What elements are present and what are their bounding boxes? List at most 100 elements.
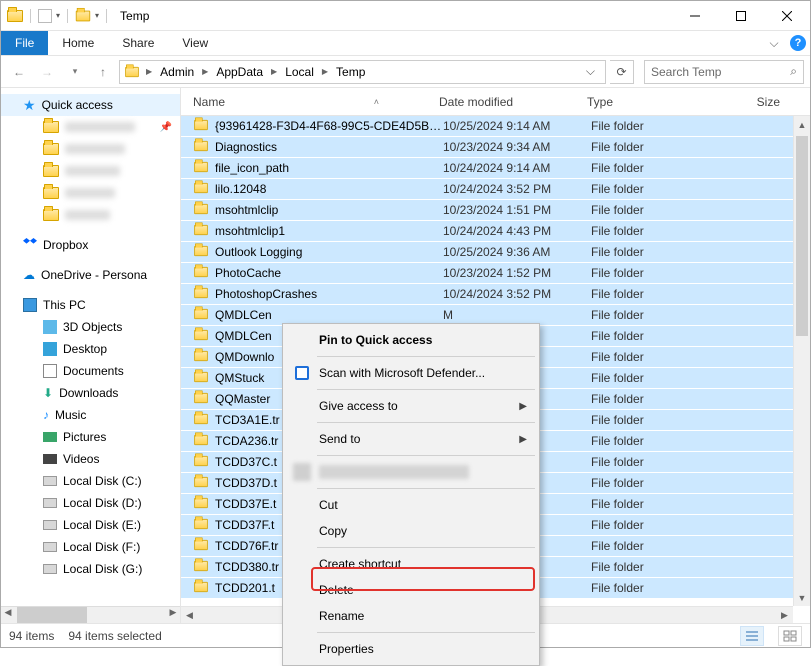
scrollbar-thumb[interactable] [17, 607, 87, 623]
nav-quick-item[interactable] [1, 160, 180, 182]
column-header-name[interactable]: Name˄ [193, 95, 439, 109]
ctx-rename[interactable]: Rename [285, 603, 537, 629]
maximize-button[interactable] [718, 1, 764, 31]
file-row[interactable]: msohtmlclip110/24/2024 4:43 PMFile folde… [181, 221, 810, 242]
file-row[interactable]: Outlook Logging10/25/2024 9:36 AMFile fo… [181, 242, 810, 263]
ctx-copy[interactable]: Copy [285, 518, 537, 544]
chevron-right-icon[interactable]: ▶ [320, 67, 330, 76]
documents-icon [43, 364, 57, 378]
nav-music[interactable]: ♪Music [1, 404, 180, 426]
nav-downloads[interactable]: ⬇Downloads [1, 382, 180, 404]
ctx-create-shortcut[interactable]: Create shortcut [285, 551, 537, 577]
forward-button[interactable]: → [35, 60, 59, 84]
chevron-right-icon[interactable]: ▶ [200, 67, 210, 76]
file-name: PhotoshopCrashes [215, 287, 443, 301]
scroll-right-button[interactable]: ▶ [776, 610, 793, 621]
nav-pane-scrollbar[interactable]: ◀▶ [1, 606, 180, 623]
nav-documents[interactable]: Documents [1, 360, 180, 382]
breadcrumb[interactable]: Local [281, 65, 318, 79]
nav-local-disk-e[interactable]: Local Disk (E:) [1, 514, 180, 536]
minimize-button[interactable] [672, 1, 718, 31]
tab-share[interactable]: Share [108, 31, 168, 55]
vertical-scrollbar[interactable]: ▲ ▼ [793, 116, 810, 606]
nav-onedrive[interactable]: ☁OneDrive - Persona [1, 264, 180, 286]
ctx-redacted-item[interactable] [285, 459, 537, 485]
nav-pictures[interactable]: Pictures [1, 426, 180, 448]
menu-separator [317, 455, 535, 456]
chevron-right-icon[interactable]: ▶ [269, 67, 279, 76]
file-date: 10/23/2024 9:34 AM [443, 140, 591, 154]
file-row[interactable]: PhotoshopCrashes10/24/2024 3:52 PMFile f… [181, 284, 810, 305]
column-header-type[interactable]: Type [587, 95, 707, 109]
large-icons-view-button[interactable] [778, 626, 802, 646]
folder-icon [193, 203, 209, 218]
scroll-down-button[interactable]: ▼ [794, 589, 810, 606]
back-button[interactable]: ← [7, 60, 31, 84]
ctx-give-access-to[interactable]: Give access to▶ [285, 393, 537, 419]
qat-placeholder-icon[interactable] [38, 9, 52, 23]
folder-icon [193, 266, 209, 281]
scrollbar-thumb[interactable] [796, 136, 808, 336]
file-date: 10/23/2024 1:52 PM [443, 266, 591, 280]
tab-view[interactable]: View [168, 31, 222, 55]
nav-this-pc[interactable]: This PC [1, 294, 180, 316]
file-row[interactable]: file_icon_path10/24/2024 9:14 AMFile fol… [181, 158, 810, 179]
up-button[interactable]: ↑ [91, 60, 115, 84]
nav-local-disk-f[interactable]: Local Disk (F:) [1, 536, 180, 558]
file-name: lilo.12048 [215, 182, 443, 196]
ctx-pin-to-quick-access[interactable]: Pin to Quick access [285, 327, 537, 353]
file-row[interactable]: {93961428-F3D4-4F68-99C5-CDE4D5BD19...10… [181, 116, 810, 137]
tab-home[interactable]: Home [48, 31, 108, 55]
scroll-left-button[interactable]: ◀ [181, 610, 198, 621]
breadcrumb[interactable]: AppData [212, 65, 267, 79]
ribbon-collapse-button[interactable]: ⌵ [762, 31, 786, 55]
folder-icon [193, 119, 209, 134]
nav-3d-objects[interactable]: 3D Objects [1, 316, 180, 338]
file-row[interactable]: msohtmlclip10/23/2024 1:51 PMFile folder [181, 200, 810, 221]
address-history-button[interactable]: ⌵ [580, 64, 601, 79]
file-row[interactable]: lilo.1204810/24/2024 3:52 PMFile folder [181, 179, 810, 200]
nav-quick-item[interactable] [1, 182, 180, 204]
refresh-button[interactable]: ⟳ [610, 60, 634, 84]
ctx-scan-defender[interactable]: Scan with Microsoft Defender... [285, 360, 537, 386]
column-header-date[interactable]: Date modified [439, 95, 587, 109]
file-row[interactable]: PhotoCache10/23/2024 1:52 PMFile folder [181, 263, 810, 284]
nav-quick-item[interactable] [1, 204, 180, 226]
scroll-up-button[interactable]: ▲ [794, 116, 810, 133]
nav-desktop[interactable]: Desktop [1, 338, 180, 360]
column-header-size[interactable]: Size [707, 95, 810, 109]
file-tab[interactable]: File [1, 31, 48, 55]
nav-dropbox[interactable]: Dropbox [1, 234, 180, 256]
ctx-properties[interactable]: Properties [285, 636, 537, 662]
nav-label: Local Disk (G:) [63, 562, 142, 576]
nav-quick-item[interactable] [1, 138, 180, 160]
qat-dropdown-icon[interactable]: ▾ [56, 11, 60, 20]
breadcrumb[interactable]: Admin [156, 65, 198, 79]
file-row[interactable]: Diagnostics10/23/2024 9:34 AMFile folder [181, 137, 810, 158]
file-type: File folder [591, 476, 711, 490]
file-name: PhotoCache [215, 266, 443, 280]
help-button[interactable]: ? [786, 31, 810, 55]
nav-local-disk-c[interactable]: Local Disk (C:) [1, 470, 180, 492]
nav-local-disk-g[interactable]: Local Disk (G:) [1, 558, 180, 580]
pc-icon [23, 298, 37, 312]
ctx-delete[interactable]: Delete [285, 577, 537, 603]
ctx-cut[interactable]: Cut [285, 492, 537, 518]
close-button[interactable] [764, 1, 810, 31]
chevron-down-icon[interactable]: ▾ [95, 11, 99, 20]
ctx-label: Pin to Quick access [319, 333, 432, 347]
nav-quick-access[interactable]: ★ Quick access [1, 94, 180, 116]
search-input[interactable]: Search Temp ⌕ [644, 60, 804, 84]
breadcrumb[interactable]: Temp [332, 65, 369, 79]
recent-locations-button[interactable]: ▾ [63, 60, 87, 84]
folder-icon [193, 455, 209, 470]
address-bar[interactable]: ▶ Admin ▶ AppData ▶ Local ▶ Temp ⌵ [119, 60, 606, 84]
nav-local-disk-d[interactable]: Local Disk (D:) [1, 492, 180, 514]
nav-quick-item[interactable]: 📌 [1, 116, 180, 138]
disk-icon [43, 476, 57, 486]
chevron-right-icon[interactable]: ▶ [144, 67, 154, 76]
navigation-pane[interactable]: ★ Quick access 📌 Dropbox ☁OneDrive - Per… [1, 88, 181, 623]
nav-videos[interactable]: Videos [1, 448, 180, 470]
details-view-button[interactable] [740, 626, 764, 646]
ctx-send-to[interactable]: Send to▶ [285, 426, 537, 452]
